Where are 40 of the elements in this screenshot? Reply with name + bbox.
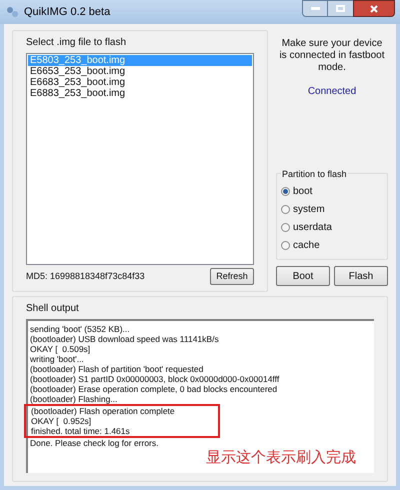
file-item[interactable]: E6683_253_boot.img (28, 77, 252, 88)
refresh-button[interactable]: Refresh (210, 268, 254, 285)
radio-button[interactable] (281, 187, 290, 196)
minimize-icon (310, 7, 320, 10)
action-button[interactable]: Flash (334, 266, 388, 286)
log-line: Done. Please check log for errors. (30, 438, 160, 448)
annotation-text: 显示这个表示刷入完成 (206, 449, 356, 467)
maximize-button[interactable] (328, 0, 353, 17)
log-line: (bootloader) Flash of partition 'boot' requested (30, 364, 204, 374)
window-title: QuikIMG 0.2 beta (24, 4, 110, 20)
group-label: Shell output (26, 302, 80, 316)
radio-label: system (293, 203, 325, 217)
minimize-button[interactable] (302, 0, 328, 17)
radio-button[interactable] (281, 205, 290, 214)
group-label: Select .img file to flash (26, 36, 128, 50)
app-icon (5, 5, 19, 19)
log-line: (bootloader) S1 partID 0x00000003, block 0x0000d000-0x00014fff (30, 374, 280, 384)
radio-button[interactable] (281, 241, 290, 250)
device-message: Make sure your device is connected in fastboot mode. (278, 38, 386, 74)
log-line: finished. total time: 1.461s (31, 426, 131, 436)
connection-status: Connected (306, 85, 358, 99)
log-line: (bootloader) Erase operation complete, 0 bad blocks encountered (30, 384, 278, 394)
log-line: OKAY [ 0.952s] (31, 416, 92, 426)
radio-label: userdata (293, 221, 332, 235)
log-line: (bootloader) USB download speed was 11141kB/s (30, 334, 220, 344)
log-line: (bootloader) Flash operation complete (31, 406, 176, 416)
log-line: sending 'boot' (5352 KB)... (30, 324, 131, 334)
radio-button[interactable] (281, 223, 290, 232)
close-icon (370, 4, 378, 12)
log-line: (bootloader) Flashing... (30, 394, 118, 404)
file-item[interactable]: E6883_253_boot.img (28, 88, 252, 99)
log-line: OKAY [ 0.509s] (30, 344, 92, 354)
radio-label: boot (293, 185, 312, 199)
maximize-icon (336, 5, 345, 12)
action-button[interactable]: Boot (276, 266, 330, 286)
close-button[interactable] (353, 0, 395, 17)
file-item[interactable]: E6653_253_boot.img (28, 66, 252, 77)
md5-label: MD5: 16998818348f73c84f33 (26, 270, 145, 283)
radio-label: cache (293, 239, 320, 253)
log-line: writing 'boot'... (30, 354, 85, 364)
